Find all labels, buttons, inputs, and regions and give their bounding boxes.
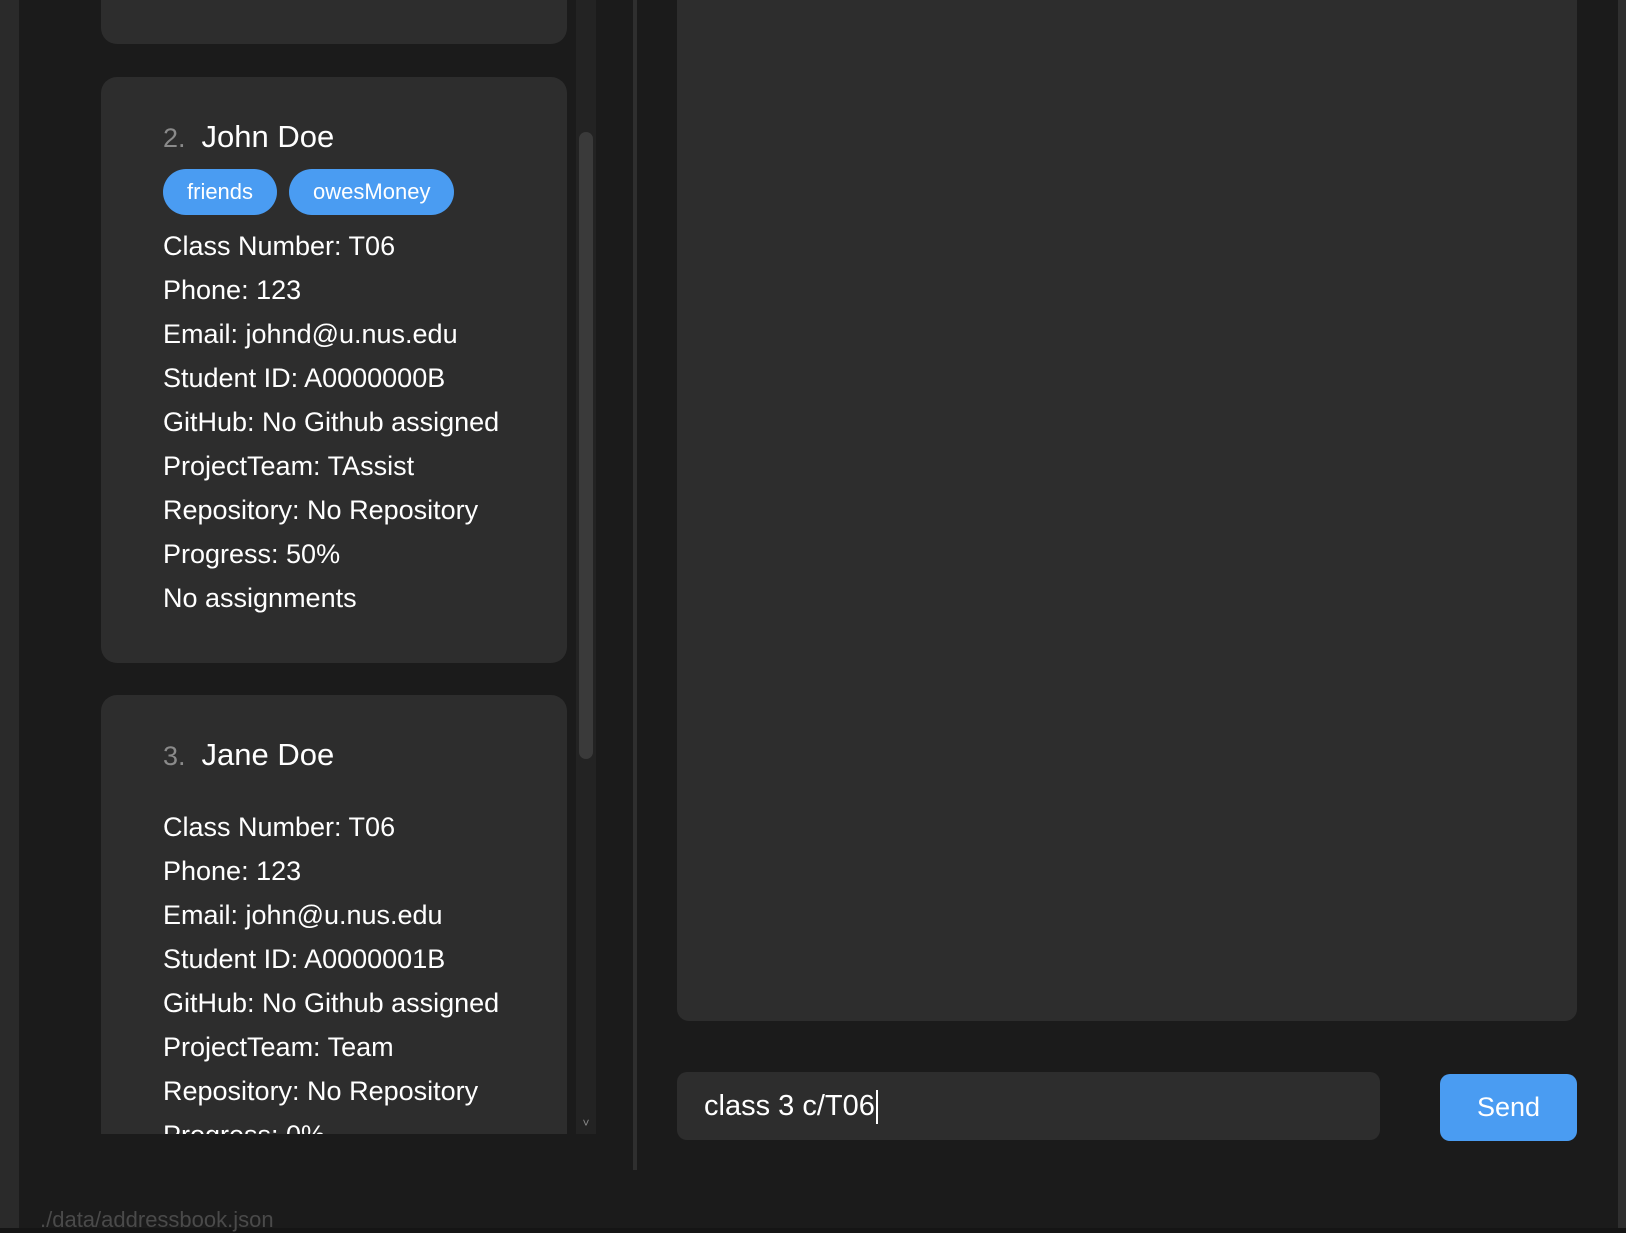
student-id-field: Student ID: A0000001B [163,944,446,974]
result-display [677,0,1577,1021]
github-field: GitHub: No Github assigned [163,407,500,437]
student-id-field: Student ID: A0000000B [163,363,446,393]
person-list: 2. John Doe friends owesMoney Class Numb… [101,0,598,1134]
window-left-edge [0,0,19,1228]
class-number-field: Class Number: T06 [163,231,396,261]
person-card[interactable] [101,0,567,44]
send-button[interactable]: Send [1440,1074,1577,1141]
scroll-down-arrow-icon[interactable]: ˅ [576,1114,596,1132]
pane-divider[interactable] [633,0,637,1170]
card-index: 3. [163,741,186,771]
person-card[interactable]: 2. John Doe friends owesMoney Class Numb… [101,77,567,663]
card-index: 2. [163,123,186,153]
card-name: Jane Doe [201,737,335,772]
tag-list: friends owesMoney [163,169,455,215]
scrollbar-thumb[interactable] [579,132,593,759]
card-fields: Class Number: T06 Phone: 123 Email: john… [163,224,499,620]
status-bar-path: ./data/addressbook.json [40,1207,274,1232]
phone-field: Phone: 123 [163,275,302,305]
github-field: GitHub: No Github assigned [163,988,500,1018]
project-team-field: ProjectTeam: TAssist [163,451,415,481]
text-caret [875,1090,878,1125]
list-scrollbar[interactable]: ˅ [576,0,596,1134]
tag-badge: owesMoney [289,169,455,215]
progress-field: Progress: 0% [163,1113,499,1134]
class-number-field: Class Number: T06 [163,812,396,842]
repository-field: Repository: No Repository [163,495,479,525]
assignments-field: No assignments [163,583,357,613]
card-name: John Doe [201,119,335,154]
phone-field: Phone: 123 [163,856,302,886]
card-header: 2. John Doe [163,119,334,155]
progress-field: Progress: 50% [163,539,341,569]
email-field: Email: johnd@u.nus.edu [163,319,458,349]
card-header: 3. Jane Doe [163,737,334,773]
command-input-value: class 3 c/T06 [704,1090,875,1122]
window-right-edge [1618,0,1626,1228]
app-window: 2. John Doe friends owesMoney Class Numb… [19,0,1618,1232]
email-field: Email: john@u.nus.edu [163,900,443,930]
tag-badge: friends [163,169,278,215]
card-fields: Class Number: T06 Phone: 123 Email: john… [163,805,499,1134]
command-input[interactable]: class 3 c/T06 [677,1072,1380,1140]
project-team-field: ProjectTeam: Team [163,1032,394,1062]
repository-field: Repository: No Repository [163,1076,479,1106]
person-card[interactable]: 3. Jane Doe Class Number: T06 Phone: 123… [101,695,567,1134]
